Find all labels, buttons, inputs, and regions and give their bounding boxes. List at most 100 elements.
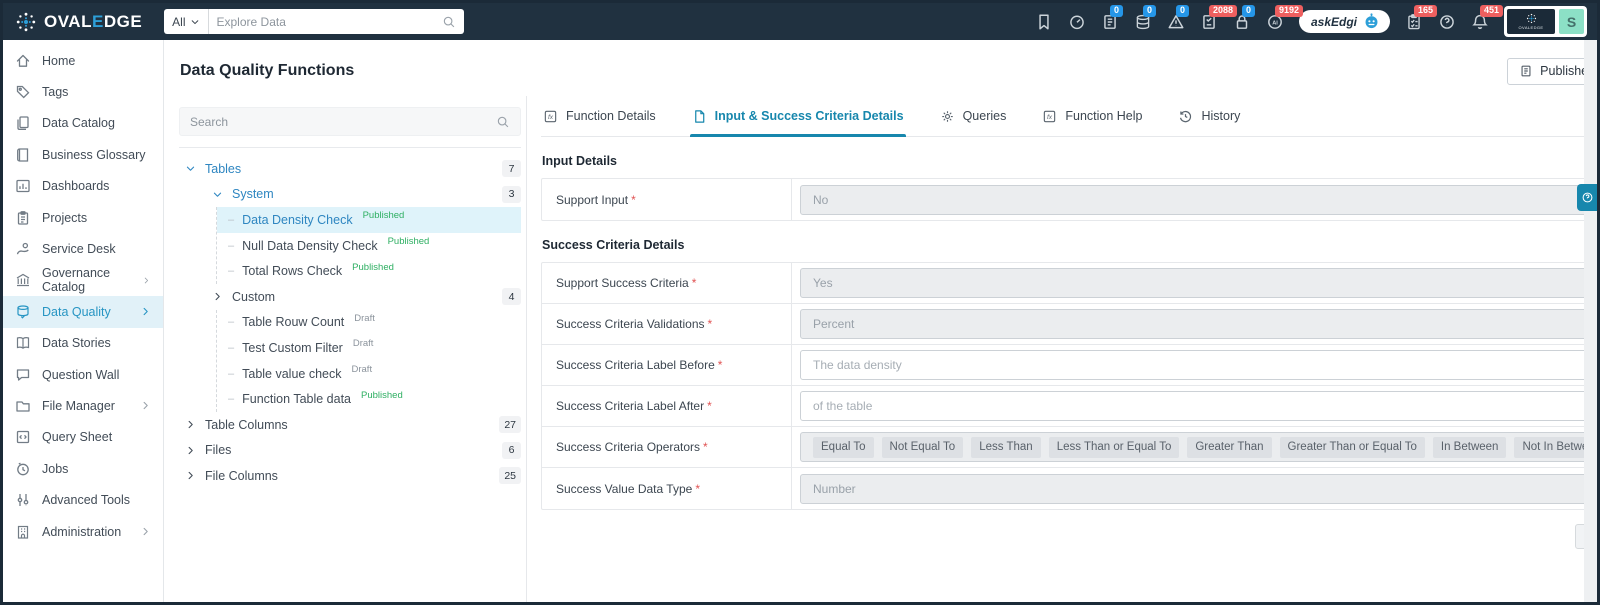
global-search-input[interactable] xyxy=(209,15,443,29)
sidebar-item-dashboards[interactable]: Dashboards xyxy=(3,171,163,202)
release-notes-icon[interactable]: 0 xyxy=(1101,13,1119,31)
sidebar-item-data-stories[interactable]: Data Stories xyxy=(3,328,163,359)
ovaledge-logo-text: OVALEDGE xyxy=(44,12,142,32)
status-badge: Published xyxy=(361,390,403,401)
tree-group-system[interactable]: System 3 xyxy=(206,182,521,208)
sidebar-item-home[interactable]: Home xyxy=(3,45,163,76)
home-icon xyxy=(15,53,31,69)
tab-function-details[interactable]: Function Details xyxy=(543,96,656,136)
status-badge: Published xyxy=(352,262,394,273)
ovaledge-mini-logo-icon xyxy=(1526,13,1537,24)
operator-chip: Less Than xyxy=(971,437,1041,458)
success-criteria-label-after-input[interactable] xyxy=(800,391,1600,421)
open-book-icon xyxy=(15,335,31,351)
askedgi-button[interactable]: askEdgi xyxy=(1299,10,1390,33)
tree-item-table-rouw-count[interactable]: Table Rouw CountDraft xyxy=(217,310,521,336)
chevron-down-icon[interactable] xyxy=(212,189,223,200)
operator-chip: Equal To xyxy=(813,437,874,458)
tree-group-tables[interactable]: Tables 7 xyxy=(179,156,521,182)
success-criteria-operators-select[interactable]: Equal To Not Equal To Less Than Less Tha… xyxy=(800,432,1600,462)
tab-input-success-criteria-details[interactable]: Input & Success Criteria Details xyxy=(692,96,904,136)
sidebar-item-question-wall[interactable]: Question Wall xyxy=(3,359,163,390)
page-header: Data Quality Functions Published xyxy=(179,40,1600,96)
bookmark-icon[interactable] xyxy=(1035,13,1053,31)
success-criteria-label-after-label: Success Criteria Label After xyxy=(556,399,712,413)
left-sidebar: Home Tags Data Catalog Business Glossary… xyxy=(3,40,164,602)
chevron-right-icon[interactable] xyxy=(185,445,196,456)
sidebar-item-business-glossary[interactable]: Business Glossary xyxy=(3,139,163,170)
tab-history[interactable]: History xyxy=(1178,96,1240,136)
support-success-criteria-label: Support Success Criteria xyxy=(556,276,696,290)
tree-item-total-rows-check[interactable]: Total Rows CheckPublished xyxy=(217,258,521,284)
sidebar-item-advanced-tools[interactable]: Advanced Tools xyxy=(3,484,163,515)
success-criteria-validations-select[interactable]: Percent xyxy=(800,309,1600,339)
tree-item-table-value-check[interactable]: Table value checkDraft xyxy=(217,361,521,387)
success-value-data-type-select[interactable]: Number xyxy=(800,474,1600,504)
sidebar-item-service-desk[interactable]: Service Desk xyxy=(3,233,163,264)
files-count-badge: 6 xyxy=(502,442,521,459)
dashboard-icon xyxy=(15,178,31,194)
tenant-logo-thumbnail: OVALEDGE xyxy=(1507,9,1555,34)
certifications-icon[interactable]: 2088 xyxy=(1200,13,1218,31)
sidebar-item-administration[interactable]: Administration xyxy=(3,516,163,547)
save-row: Save xyxy=(541,524,1600,549)
sidebar-item-tags[interactable]: Tags xyxy=(3,76,163,107)
tab-function-help[interactable]: Function Help xyxy=(1042,96,1142,136)
privacy-lock-icon[interactable]: 0 xyxy=(1233,13,1251,31)
ovaledge-logo[interactable]: OVALEDGE xyxy=(15,11,142,33)
ai-assist-badge: 9192 xyxy=(1275,5,1303,18)
scroll-gutter[interactable] xyxy=(1584,40,1597,602)
service-desk-icon xyxy=(15,241,31,257)
navbar-actions: 0 0 0 2088 0 9192 askEdgi 165 451 OVALED… xyxy=(1035,6,1587,37)
chevron-right-icon[interactable] xyxy=(212,291,223,302)
tree-group-custom[interactable]: Custom 4 xyxy=(206,284,521,310)
sidebar-item-governance-catalog[interactable]: Governance Catalog xyxy=(3,265,163,296)
clipboard-icon xyxy=(15,210,31,226)
success-criteria-label-before-row: Success Criteria Label Before xyxy=(542,345,1600,386)
tree-group-table-columns[interactable]: Table Columns 27 xyxy=(179,412,521,438)
tree-item-data-density-check[interactable]: Data Density CheckPublished xyxy=(217,207,521,233)
question-icon xyxy=(1581,191,1594,204)
chevron-right-icon[interactable] xyxy=(185,419,196,430)
status-badge: Published xyxy=(388,236,430,247)
clock-icon xyxy=(15,461,31,477)
tree-item-function-table-data[interactable]: Function Table dataPublished xyxy=(217,386,521,412)
tools-icon xyxy=(15,492,31,508)
operator-chip: Not Equal To xyxy=(882,437,964,458)
success-criteria-validations-label: Success Criteria Validations xyxy=(556,317,712,331)
sidebar-item-query-sheet[interactable]: Query Sheet xyxy=(3,422,163,453)
tree-group-files[interactable]: Files 6 xyxy=(179,438,521,464)
alerts-icon[interactable]: 0 xyxy=(1167,13,1185,31)
page-title: Data Quality Functions xyxy=(180,62,354,80)
data-literacy-icon[interactable]: 0 xyxy=(1134,13,1152,31)
notifications-badge: 451 xyxy=(1480,5,1503,18)
profile-menu[interactable]: OVALEDGE S xyxy=(1504,6,1587,37)
notifications-bell-icon[interactable]: 451 xyxy=(1471,13,1489,31)
chevron-down-icon[interactable] xyxy=(185,163,196,174)
chevron-right-icon[interactable] xyxy=(185,470,196,481)
sidebar-item-data-catalog[interactable]: Data Catalog xyxy=(3,108,163,139)
search-scope-dropdown[interactable]: All xyxy=(164,9,208,34)
tree-item-null-data-density-check[interactable]: Null Data Density CheckPublished xyxy=(217,233,521,259)
sidebar-item-projects[interactable]: Projects xyxy=(3,202,163,233)
help-icon[interactable] xyxy=(1438,13,1456,31)
system-count-badge: 3 xyxy=(502,186,521,203)
user-avatar[interactable]: S xyxy=(1559,9,1584,34)
tree-item-test-custom-filter[interactable]: Test Custom FilterDraft xyxy=(217,335,521,361)
support-input-select[interactable]: No xyxy=(800,185,1600,215)
tree-group-file-columns[interactable]: File Columns 25 xyxy=(179,463,521,489)
help-flyout-tab[interactable] xyxy=(1577,184,1597,211)
gauge-icon[interactable] xyxy=(1068,13,1086,31)
sidebar-item-data-quality[interactable]: Data Quality xyxy=(3,296,163,327)
success-criteria-details-heading: Success Criteria Details xyxy=(542,238,1600,252)
sidebar-item-jobs[interactable]: Jobs xyxy=(3,453,163,484)
global-search: All xyxy=(164,9,464,34)
tab-queries[interactable]: Queries xyxy=(940,96,1007,136)
support-success-criteria-select[interactable]: Yes xyxy=(800,268,1600,298)
sidebar-item-file-manager[interactable]: File Manager xyxy=(3,390,163,421)
building-icon xyxy=(15,524,31,540)
tree-search-input[interactable] xyxy=(190,115,496,129)
success-criteria-label-before-input[interactable] xyxy=(800,350,1600,380)
tasks-icon[interactable]: 165 xyxy=(1405,13,1423,31)
ai-assist-icon[interactable]: 9192 xyxy=(1266,13,1284,31)
